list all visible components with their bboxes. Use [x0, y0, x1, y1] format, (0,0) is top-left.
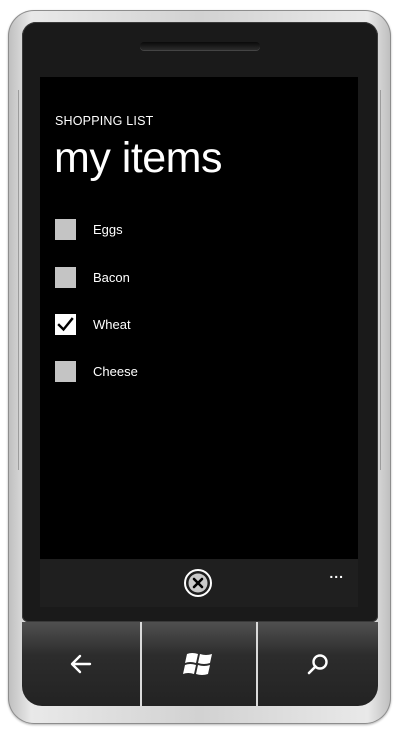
checkbox[interactable] [55, 360, 76, 382]
list-item-wheat[interactable]: Wheat [55, 313, 131, 335]
cancel-circle-icon [184, 569, 212, 597]
phone-frame: SHOPPING LIST my items Eggs Bacon Wheat … [8, 10, 391, 724]
app-title: SHOPPING LIST [55, 114, 154, 128]
page-title: my items [54, 134, 223, 182]
speaker-grille [140, 42, 260, 50]
start-button[interactable] [142, 622, 256, 706]
search-icon [307, 654, 328, 675]
phone-bezel: SHOPPING LIST my items Eggs Bacon Wheat … [22, 22, 378, 622]
cancel-button[interactable] [183, 568, 213, 598]
back-button[interactable] [22, 622, 140, 706]
item-label: Cheese [93, 363, 138, 379]
item-label: Bacon [93, 269, 130, 285]
checkbox-checked[interactable] [55, 313, 76, 335]
windows-logo-icon [183, 653, 212, 675]
checkmark-icon [57, 316, 74, 331]
search-button[interactable] [258, 622, 378, 706]
hardware-buttons [22, 622, 378, 712]
checkbox[interactable] [55, 218, 76, 240]
back-arrow-icon [70, 654, 92, 674]
phone-side-seam [18, 90, 19, 470]
checkbox[interactable] [55, 266, 76, 288]
list-item-bacon[interactable]: Bacon [55, 266, 130, 288]
more-options-button[interactable]: ... [329, 565, 344, 581]
phone-side-seam [380, 90, 381, 470]
item-label: Wheat [93, 316, 131, 332]
application-bar: ... [40, 559, 358, 607]
item-label: Eggs [93, 221, 123, 237]
list-item-eggs[interactable]: Eggs [55, 218, 123, 240]
screen: SHOPPING LIST my items Eggs Bacon Wheat … [40, 77, 358, 607]
list-item-cheese[interactable]: Cheese [55, 360, 138, 382]
